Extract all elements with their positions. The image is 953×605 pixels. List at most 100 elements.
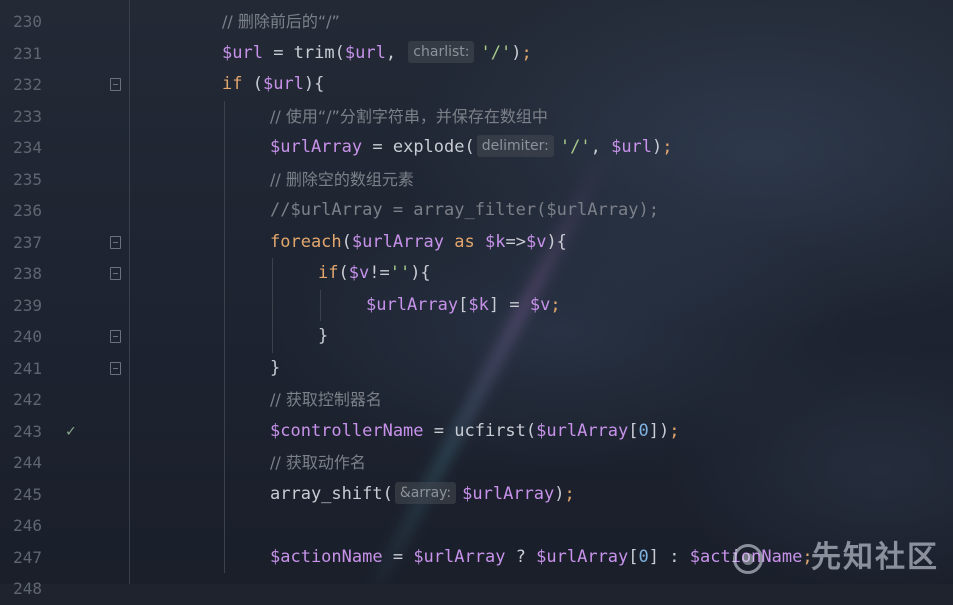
code-comment: //$urlArray = array_filter($urlArray);	[270, 200, 659, 220]
code-line-234[interactable]: 234 $urlArray = explode(delimiter: '/', $…	[0, 132, 953, 164]
keyword-token: foreach	[270, 231, 342, 252]
code-content: foreach($urlArray as $k=>$v){	[270, 227, 567, 259]
code-line-242[interactable]: 242 // 获取控制器名	[0, 384, 953, 416]
code-content: array_shift(&array: $urlArray);	[270, 479, 575, 511]
watermark-logo-icon	[733, 544, 763, 574]
code-line-240[interactable]: 240 }	[0, 321, 953, 353]
variable-token: $v	[529, 294, 551, 315]
line-number: 242	[13, 390, 42, 409]
semicolon-token: ;	[662, 137, 673, 157]
variable-token: $urlArray	[270, 137, 363, 157]
punctuation-token: (	[242, 74, 263, 94]
string-token: '/'	[559, 137, 591, 157]
line-number: 244	[13, 453, 42, 472]
code-line-230[interactable]: 230 // 删除前后的“/”	[0, 6, 953, 38]
punctuation-token: ,	[590, 137, 612, 157]
watermark-text: 先知社区	[811, 540, 939, 575]
keyword-token: if	[318, 263, 339, 283]
operator-token: =	[262, 42, 294, 63]
indent-guide	[224, 100, 225, 132]
punctuation-token: ]	[648, 546, 660, 567]
line-number: 246	[13, 516, 42, 535]
code-line-244[interactable]: 244 // 获取动作名	[0, 447, 953, 479]
code-comment: // 使用“/”分割字符串，并保存在数组中	[270, 106, 548, 126]
code-line-248[interactable]: 248	[0, 573, 953, 605]
checkmark-icon[interactable]: ✓	[66, 422, 76, 439]
line-number: 240	[13, 327, 42, 346]
variable-token: $v	[348, 263, 370, 283]
fold-close-icon[interactable]	[110, 361, 121, 375]
code-line-231[interactable]: 231 $url = trim($url, charlist: '/');	[0, 38, 953, 70]
function-call-token: ucfirst(	[454, 420, 537, 441]
punctuation-token: ){	[303, 74, 325, 94]
string-token: '/'	[480, 42, 512, 63]
line-number: 233	[13, 106, 42, 126]
code-line-243[interactable]: 243 ✓ $controllerName = ucfirst($urlArra…	[0, 415, 953, 447]
indent-guide	[224, 478, 225, 510]
code-line-233[interactable]: 233 // 使用“/”分割字符串，并保存在数组中	[0, 100, 953, 132]
code-line-241[interactable]: 241 }	[0, 352, 953, 384]
punctuation-token: (	[341, 231, 352, 252]
fold-open-icon[interactable]	[110, 78, 121, 91]
variable-token: $urlArray	[536, 546, 629, 567]
line-number: 248	[13, 579, 42, 598]
code-content: $url = trim($url, charlist: '/');	[222, 38, 532, 70]
semicolon-token: ;	[564, 483, 575, 504]
code-comment: // 获取控制器名	[270, 390, 382, 409]
indent-guide	[224, 541, 225, 573]
code-line-236[interactable]: 236 //$urlArray = array_filter($urlArray…	[0, 195, 953, 227]
code-line-232[interactable]: 232 if ($url){	[0, 69, 953, 101]
line-number: 241	[13, 358, 42, 378]
variable-token: $k	[484, 231, 506, 252]
operator-token: :	[659, 546, 690, 567]
indent-guide	[224, 163, 225, 195]
variable-token: $urlArray	[536, 420, 629, 441]
line-number: 235	[13, 169, 42, 189]
operator-token: =	[423, 420, 455, 441]
variable-token: $controllerName	[270, 420, 424, 441]
variable-token: $urlArray	[351, 231, 445, 252]
code-line-237[interactable]: 237 foreach($urlArray as $k=>$v){	[0, 226, 953, 259]
punctuation-token: ,	[385, 42, 407, 63]
indent-guide	[272, 321, 273, 353]
code-line-238[interactable]: 238 if($v!=''){	[0, 258, 953, 290]
indent-guide	[224, 352, 225, 384]
indent-guide	[224, 132, 225, 164]
punctuation-token: [	[458, 294, 469, 315]
indent-guide	[272, 289, 273, 321]
semicolon-token: ;	[669, 420, 680, 441]
punctuation-token: ){	[410, 263, 431, 283]
code-content: $urlArray[$k] = $v;	[366, 290, 561, 322]
code-line-235[interactable]: 235 // 删除空的数组元素	[0, 163, 953, 195]
string-token: ''	[389, 263, 411, 283]
function-call-token: explode(	[392, 137, 475, 157]
fold-open-icon[interactable]	[110, 235, 121, 249]
variable-token: $k	[468, 294, 489, 315]
variable-token: $url	[611, 137, 653, 157]
variable-token: $v	[525, 231, 547, 252]
line-number: 234	[13, 138, 42, 157]
variable-token: $url	[262, 74, 304, 94]
keyword-token: as	[444, 231, 485, 252]
line-number: 231	[13, 43, 42, 63]
variable-token: $urlArray	[462, 483, 555, 504]
parameter-hint: &array:	[394, 481, 457, 504]
punctuation-token: ])	[648, 420, 670, 441]
semicolon-token: ;	[521, 42, 532, 63]
line-number: 247	[13, 547, 42, 567]
fold-open-icon[interactable]	[110, 267, 121, 280]
variable-token: $url	[222, 42, 263, 63]
indent-guide	[224, 447, 225, 479]
line-number: 239	[13, 295, 42, 315]
line-number: 237	[13, 232, 42, 252]
variable-token: $actionName	[270, 546, 383, 567]
punctuation-token: [	[628, 546, 639, 567]
code-line-245[interactable]: 245 array_shift(&array: $urlArray);	[0, 478, 953, 511]
fold-close-icon[interactable]	[110, 330, 121, 343]
operator-token: =	[362, 137, 393, 157]
parameter-hint: charlist:	[408, 40, 475, 63]
line-number: 232	[13, 75, 42, 94]
code-line-239[interactable]: 239 $urlArray[$k] = $v;	[0, 289, 953, 322]
function-call-token: trim(	[293, 42, 345, 63]
variable-token: $urlArray	[366, 294, 459, 315]
